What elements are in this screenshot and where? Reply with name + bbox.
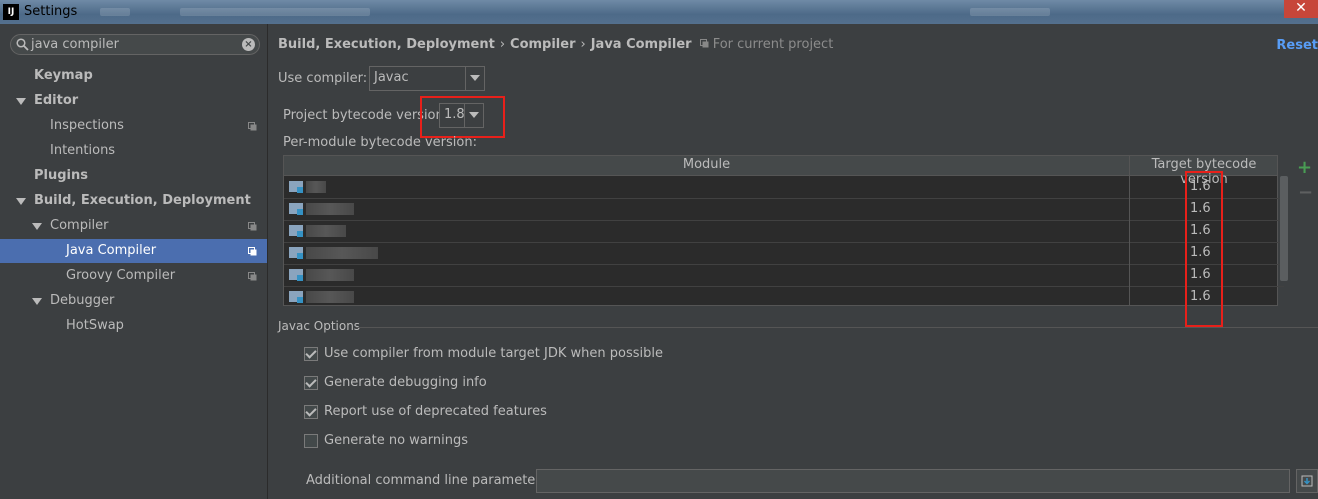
- blurred-tab: [970, 8, 1050, 16]
- per-module-label: Per-module bytecode version:: [283, 135, 477, 150]
- chevron-down-icon: [470, 75, 480, 81]
- table-row[interactable]: 1.6: [284, 264, 1284, 287]
- search-value: java compiler: [31, 37, 119, 52]
- breadcrumb-part: Build, Execution, Deployment: [278, 37, 495, 52]
- redacted-module-name: [306, 181, 326, 193]
- module-folder-icon: [289, 203, 303, 215]
- breadcrumb-part: Java Compiler: [590, 37, 692, 52]
- intellij-logo-icon: IJ: [3, 4, 19, 20]
- project-scope-label: For current project: [712, 37, 834, 52]
- redacted-module-name: [306, 247, 378, 259]
- use-compiler-label: Use compiler:: [278, 71, 368, 86]
- table-row[interactable]: 1.6: [284, 286, 1284, 308]
- window-title: Settings: [24, 4, 78, 19]
- close-icon[interactable]: ✕: [1284, 0, 1318, 18]
- tree-item-keymap[interactable]: Keymap: [0, 64, 267, 88]
- module-folder-icon: [289, 225, 303, 237]
- checkbox-debugging-info[interactable]: [304, 376, 318, 390]
- tree-item-compiler[interactable]: Compiler: [0, 214, 267, 238]
- project-scope-icon: [248, 122, 257, 131]
- checkbox-use-module-jdk[interactable]: [304, 347, 318, 361]
- tree-item-plugins[interactable]: Plugins: [0, 164, 267, 188]
- expand-icon: [1301, 475, 1313, 487]
- column-header-module[interactable]: Module: [284, 157, 1129, 172]
- settings-content: Build, Execution, Deployment › Compiler › Ja…: [268, 24, 1318, 499]
- breadcrumb-separator: ›: [499, 37, 506, 52]
- expand-arrow-icon[interactable]: [16, 198, 26, 205]
- tree-item-build-execution-deployment[interactable]: Build, Execution, Deployment: [0, 189, 267, 213]
- tree-item-label: Groovy Compiler: [66, 268, 176, 283]
- highlight-box: [1185, 171, 1223, 327]
- tree-item-label: Build, Execution, Deployment: [34, 193, 251, 208]
- tree-item-hotswap[interactable]: HotSwap: [0, 314, 267, 338]
- checkbox-label[interactable]: Generate no warnings: [324, 433, 468, 448]
- breadcrumb-separator: ›: [580, 37, 586, 52]
- expand-field-button[interactable]: [1296, 469, 1318, 493]
- module-folder-icon: [289, 269, 303, 281]
- use-compiler-select[interactable]: Javac: [369, 66, 485, 91]
- add-module-icon[interactable]: +: [1297, 157, 1312, 178]
- tree-item-label: Debugger: [50, 293, 115, 308]
- blurred-tab: [180, 8, 370, 16]
- tree-item-label: Inspections: [50, 118, 124, 133]
- table-row[interactable]: 1.6: [284, 198, 1284, 221]
- remove-module-icon[interactable]: −: [1298, 182, 1313, 203]
- project-scope-icon: [248, 222, 257, 231]
- breadcrumb: Build, Execution, Deployment › Compiler › Ja…: [278, 37, 833, 52]
- redacted-module-name: [306, 225, 346, 237]
- table-row[interactable]: 1.6: [284, 220, 1284, 243]
- expand-arrow-icon[interactable]: [32, 223, 42, 230]
- tree-item-label: Compiler: [50, 218, 109, 233]
- expand-arrow-icon[interactable]: [16, 98, 26, 105]
- tree-item-label: Intentions: [50, 143, 116, 158]
- module-folder-icon: [289, 181, 303, 193]
- search-icon: [16, 38, 29, 51]
- tree-item-intentions[interactable]: Intentions: [0, 139, 267, 163]
- redacted-module-name: [306, 269, 354, 281]
- tree-item-editor[interactable]: Editor: [0, 89, 267, 113]
- reset-link[interactable]: Reset: [1276, 38, 1318, 53]
- per-module-table: Module Target bytecode version 1.6 1.6 1…: [283, 155, 1288, 306]
- checkbox-label[interactable]: Use compiler from module target JDK when…: [324, 346, 663, 361]
- breadcrumb-part: Compiler: [510, 37, 576, 52]
- tree-item-label: Plugins: [34, 168, 88, 183]
- redacted-module-name: [306, 203, 354, 215]
- tree-item-label: Java Compiler: [66, 243, 157, 258]
- clear-search-icon[interactable]: ×: [242, 38, 255, 51]
- project-scope-icon: [248, 272, 257, 281]
- table-row[interactable]: 1.6: [284, 242, 1284, 265]
- checkbox-label[interactable]: Generate debugging info: [324, 375, 487, 390]
- tree-item-groovy-compiler[interactable]: Groovy Compiler: [0, 264, 267, 288]
- project-scope: For current project: [699, 37, 834, 52]
- redacted-module-name: [306, 291, 354, 303]
- tree-item-label: Editor: [34, 93, 79, 108]
- title-bar: IJ Settings ✕: [0, 0, 1318, 24]
- tree-item-java-compiler[interactable]: Java Compiler: [0, 239, 267, 263]
- checkbox-no-warnings[interactable]: [304, 434, 318, 448]
- blurred-tab: [100, 8, 130, 16]
- tree-item-label: HotSwap: [66, 318, 124, 333]
- javac-options-heading: Javac Options: [278, 319, 361, 333]
- additional-params-label: Additional command line parameters:: [306, 473, 552, 488]
- table-row[interactable]: 1.6: [284, 176, 1284, 199]
- table-scrollbar[interactable]: [1280, 176, 1288, 281]
- module-folder-icon: [289, 247, 303, 259]
- additional-params-input[interactable]: [536, 469, 1290, 493]
- project-scope-icon: [248, 247, 257, 256]
- use-compiler-value: Javac: [374, 70, 409, 85]
- tree-item-inspections[interactable]: Inspections: [0, 114, 267, 138]
- section-divider: [356, 327, 1318, 328]
- search-input[interactable]: java compiler ×: [10, 34, 260, 55]
- checkbox-label[interactable]: Report use of deprecated features: [324, 404, 547, 419]
- tree-item-label: Keymap: [34, 68, 93, 83]
- checkbox-deprecated[interactable]: [304, 405, 318, 419]
- column-separator: [1129, 156, 1130, 305]
- module-folder-icon: [289, 291, 303, 303]
- project-scope-icon: [699, 39, 709, 48]
- expand-arrow-icon[interactable]: [32, 298, 42, 305]
- settings-sidebar: java compiler × Keymap Editor Inspection…: [0, 24, 268, 499]
- highlight-box: [420, 96, 505, 138]
- tree-item-debugger[interactable]: Debugger: [0, 289, 267, 313]
- dropdown-button[interactable]: [465, 67, 484, 90]
